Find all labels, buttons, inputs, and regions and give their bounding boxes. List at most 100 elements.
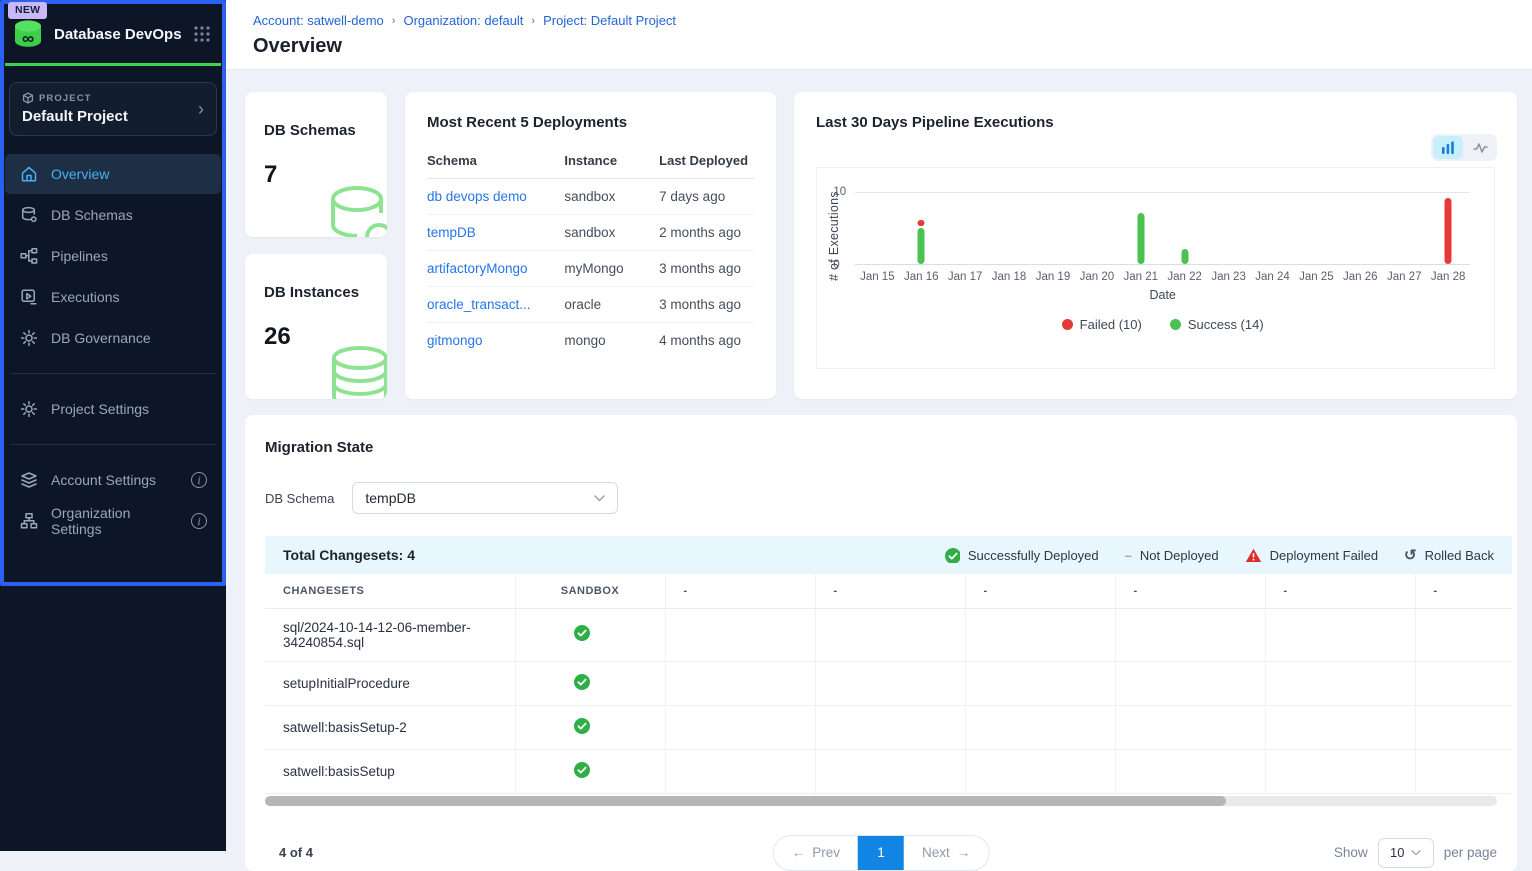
x-axis-ticks: Jan 15Jan 16Jan 17Jan 18Jan 19Jan 20Jan … <box>855 271 1470 283</box>
changesets-table: CHANGESETSSANDBOX------ sql/2024-10-14-1… <box>265 574 1512 794</box>
empty-cell <box>1415 749 1512 793</box>
sandbox-status-cell <box>515 608 665 661</box>
status-legend-item: –Not Deployed <box>1125 548 1219 563</box>
check-circle-icon <box>573 723 591 738</box>
pipeline-icon <box>20 247 38 265</box>
sidebar-item-project-settings[interactable]: Project Settings <box>5 389 221 429</box>
instance-cell: sandbox <box>564 215 659 251</box>
y-axis-label: # of Executions <box>827 186 841 286</box>
column-header: Instance <box>564 145 659 179</box>
empty-cell <box>1265 749 1415 793</box>
info-icon[interactable]: i <box>191 513 207 529</box>
breadcrumb: Account: satwell-demo › Organization: de… <box>253 13 1532 28</box>
bar-chart-toggle-button[interactable] <box>1433 136 1463 159</box>
sidebar-item-db-governance[interactable]: DB Governance <box>5 318 221 358</box>
cube-icon <box>22 92 34 104</box>
total-changesets: Total Changesets: 4 <box>283 547 944 563</box>
nav-divider <box>10 444 216 445</box>
sidebar-item-label: Project Settings <box>51 401 221 417</box>
empty-cell <box>1265 705 1415 749</box>
y-tick: 0 <box>833 259 839 271</box>
page-size-select[interactable]: 10 <box>1378 838 1434 868</box>
db-schema-select[interactable]: tempDB <box>352 482 618 514</box>
gear-icon <box>20 400 38 418</box>
app-grid-icon[interactable] <box>192 24 212 44</box>
x-tick: Jan 22 <box>1163 271 1207 283</box>
line-chart-toggle-button[interactable] <box>1465 136 1495 159</box>
check-circle-icon <box>573 679 591 694</box>
next-page-button[interactable]: Next → <box>904 836 988 870</box>
chart-slot <box>987 193 1031 264</box>
sidebar: NEW ∞ Database DevOps PROJECT Default Pr <box>0 0 226 851</box>
show-label: Show <box>1334 845 1368 860</box>
prev-page-button[interactable]: ← Prev <box>774 836 858 870</box>
schema-link[interactable]: artifactoryMongo <box>427 261 528 276</box>
sidebar-item-overview[interactable]: Overview <box>5 154 221 194</box>
empty-cell <box>815 661 965 705</box>
sidebar-item-label: Executions <box>51 289 221 305</box>
empty-cell <box>1415 661 1512 705</box>
sidebar-item-db-schemas[interactable]: DB Schemas <box>5 195 221 235</box>
status-legend-item: Successfully Deployed <box>944 547 1099 563</box>
sandbox-status-cell <box>515 661 665 705</box>
success-bar <box>1137 213 1144 264</box>
page-size-value: 10 <box>1390 845 1404 860</box>
chevron-down-icon <box>1411 850 1421 856</box>
sidebar-item-account-settings[interactable]: Account Settings i <box>5 460 221 500</box>
stat-label: DB Schemas <box>264 122 387 139</box>
sidebar-item-label: DB Schemas <box>51 207 221 223</box>
column-header: Last Deployed <box>659 145 754 179</box>
x-tick: Jan 24 <box>1251 271 1295 283</box>
sidebar-item-executions[interactable]: Executions <box>5 277 221 317</box>
table-row: db devops demosandbox7 days ago <box>427 179 754 215</box>
layers-icon <box>20 471 38 489</box>
org-icon <box>20 512 38 530</box>
info-icon[interactable]: i <box>191 472 207 488</box>
sidebar-item-label: Organization Settings <box>51 505 178 537</box>
empty-cell <box>1265 661 1415 705</box>
x-tick: Jan 17 <box>943 271 987 283</box>
schema-link[interactable]: db devops demo <box>427 189 527 204</box>
schema-link[interactable]: gitmongo <box>427 333 483 348</box>
dash-icon: – <box>1125 548 1132 563</box>
chart-title: Last 30 Days Pipeline Executions <box>816 114 1495 131</box>
per-page-label: per page <box>1444 845 1497 860</box>
success-bar <box>918 228 925 265</box>
project-selector[interactable]: PROJECT Default Project › <box>9 82 217 136</box>
sidebar-item-pipelines[interactable]: Pipelines <box>5 236 221 276</box>
empty-cell <box>965 661 1115 705</box>
legend-item[interactable]: Success (14) <box>1170 317 1264 332</box>
last-deployed-cell: 2 months ago <box>659 215 754 251</box>
sidebar-item-label: Account Settings <box>51 472 178 488</box>
project-name: Default Project <box>22 108 198 125</box>
scrollbar-thumb[interactable] <box>265 796 1226 806</box>
database-icon <box>20 206 38 224</box>
chart-slot <box>943 193 987 264</box>
schema-link[interactable]: oracle_transact... <box>427 297 531 312</box>
column-header: - <box>1265 574 1415 608</box>
changeset-row: sql/2024-10-14-12-06-member-34240854.sql <box>265 608 1512 661</box>
schema-link[interactable]: tempDB <box>427 225 476 240</box>
arrow-left-icon: ← <box>792 845 806 860</box>
table-row: tempDB sandbox2 months ago <box>427 215 754 251</box>
empty-cell <box>1265 608 1415 661</box>
y-tick: 10 <box>833 186 846 198</box>
chart-slot <box>1294 193 1338 264</box>
home-icon <box>20 165 38 183</box>
empty-cell <box>665 661 815 705</box>
chart-slot <box>1119 193 1163 264</box>
chart-slot <box>1075 193 1119 264</box>
breadcrumb-account[interactable]: Account: satwell-demo <box>253 13 384 28</box>
page-number-button[interactable]: 1 <box>858 836 904 870</box>
breadcrumb-organization[interactable]: Organization: default <box>403 13 523 28</box>
db-schema-label: DB Schema <box>265 491 334 506</box>
chart-slot <box>1031 193 1075 264</box>
page-header: Account: satwell-demo › Organization: de… <box>226 0 1532 70</box>
sidebar-item-label: Overview <box>51 166 221 182</box>
empty-cell <box>815 705 965 749</box>
result-count: 4 of 4 <box>279 845 313 860</box>
legend-item[interactable]: Failed (10) <box>1062 317 1142 332</box>
legend-dot-icon <box>1062 319 1073 330</box>
breadcrumb-project[interactable]: Project: Default Project <box>543 13 676 28</box>
sidebar-item-organization-settings[interactable]: Organization Settings i <box>5 501 221 541</box>
